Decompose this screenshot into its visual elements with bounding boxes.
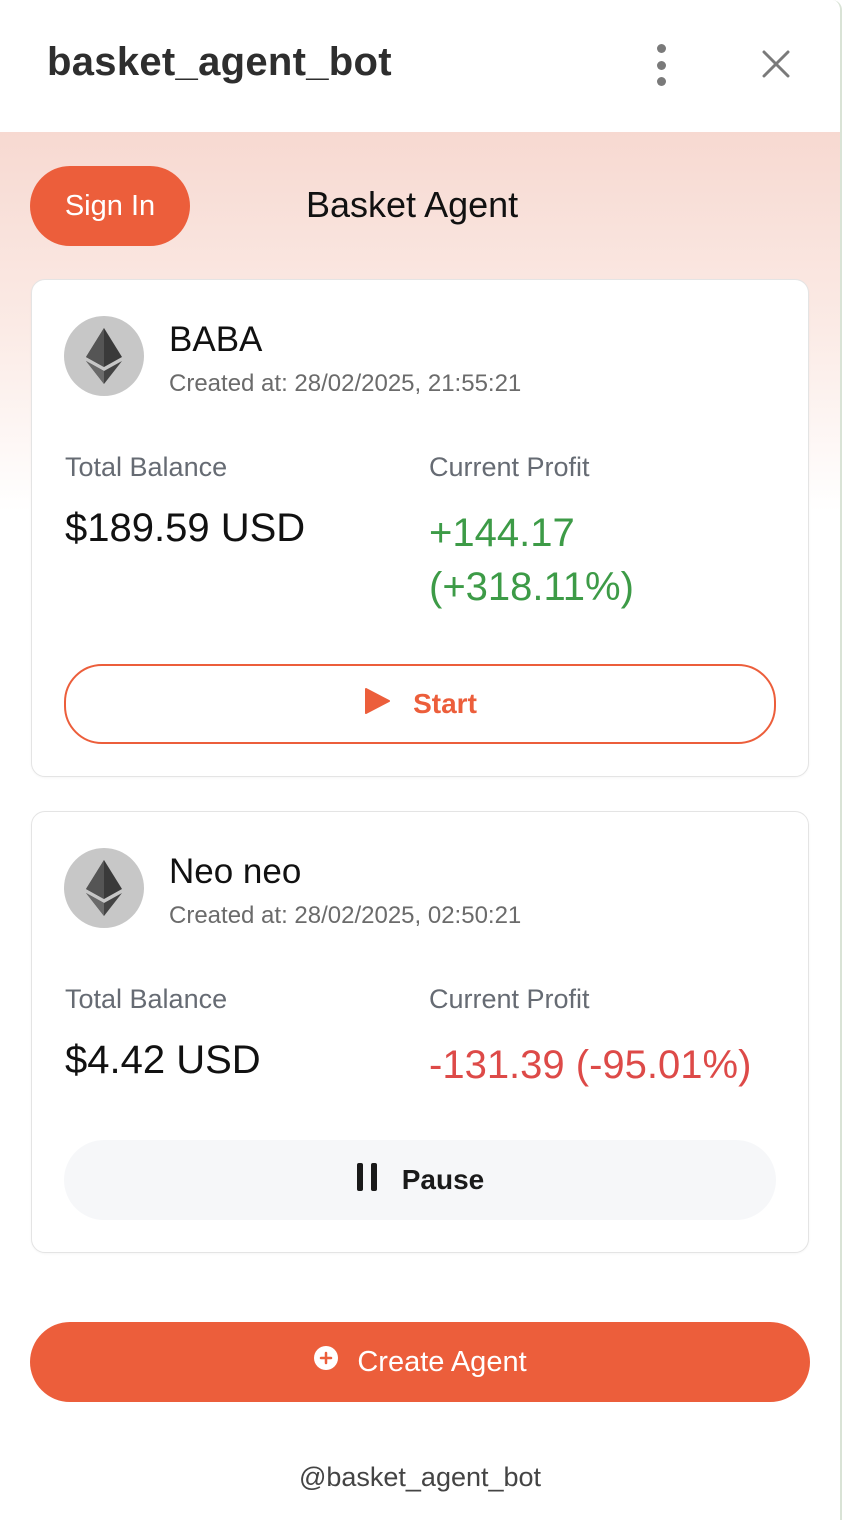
agent-name: Neo neo (169, 852, 302, 891)
ethereum-icon (64, 848, 144, 928)
agent-name: BABA (169, 320, 263, 359)
start-button[interactable]: Start (64, 664, 776, 744)
plus-circle-icon (313, 1345, 339, 1379)
pause-button[interactable]: Pause (64, 1140, 776, 1220)
app-content: Sign In Basket Agent BABA Created at: 28… (0, 132, 840, 1520)
total-balance-value: $4.42 USD (65, 1038, 261, 1082)
sign-in-button[interactable]: Sign In (30, 166, 190, 246)
bot-handle: @basket_agent_bot (298, 1462, 542, 1492)
create-agent-label: Create Agent (357, 1345, 527, 1378)
agent-card: BABA Created at: 28/02/2025, 21:55:21 To… (31, 279, 809, 777)
ethereum-icon (64, 316, 144, 396)
created-at: Created at: 28/02/2025, 21:55:21 (169, 370, 522, 397)
close-icon[interactable] (756, 44, 796, 84)
more-options-icon[interactable] (648, 44, 674, 86)
page-title: Basket Agent (306, 184, 519, 225)
agent-card: Neo neo Created at: 28/02/2025, 02:50:21… (31, 811, 809, 1253)
start-button-label: Start (413, 688, 477, 719)
total-balance-label: Total Balance (65, 452, 228, 482)
pause-button-label: Pause (401, 1164, 485, 1195)
current-profit-label: Current Profit (429, 452, 590, 482)
window-title: basket_agent_bot (47, 40, 392, 84)
create-agent-button[interactable]: Create Agent (30, 1322, 810, 1402)
total-balance-value: $189.59 USD (65, 506, 306, 550)
total-balance-label: Total Balance (65, 984, 228, 1014)
current-profit-label: Current Profit (429, 984, 590, 1014)
created-at: Created at: 28/02/2025, 02:50:21 (169, 902, 522, 929)
current-profit-value: -131.39 (-95.01%) (429, 1043, 752, 1087)
play-icon (363, 687, 391, 722)
current-profit-value: +144.17 (+318.11%) (429, 511, 634, 609)
pause-icon (356, 1162, 378, 1199)
window-header: basket_agent_bot (0, 0, 840, 132)
mini-app-window: basket_agent_bot Sign In Basket Agent BA… (0, 0, 842, 1520)
